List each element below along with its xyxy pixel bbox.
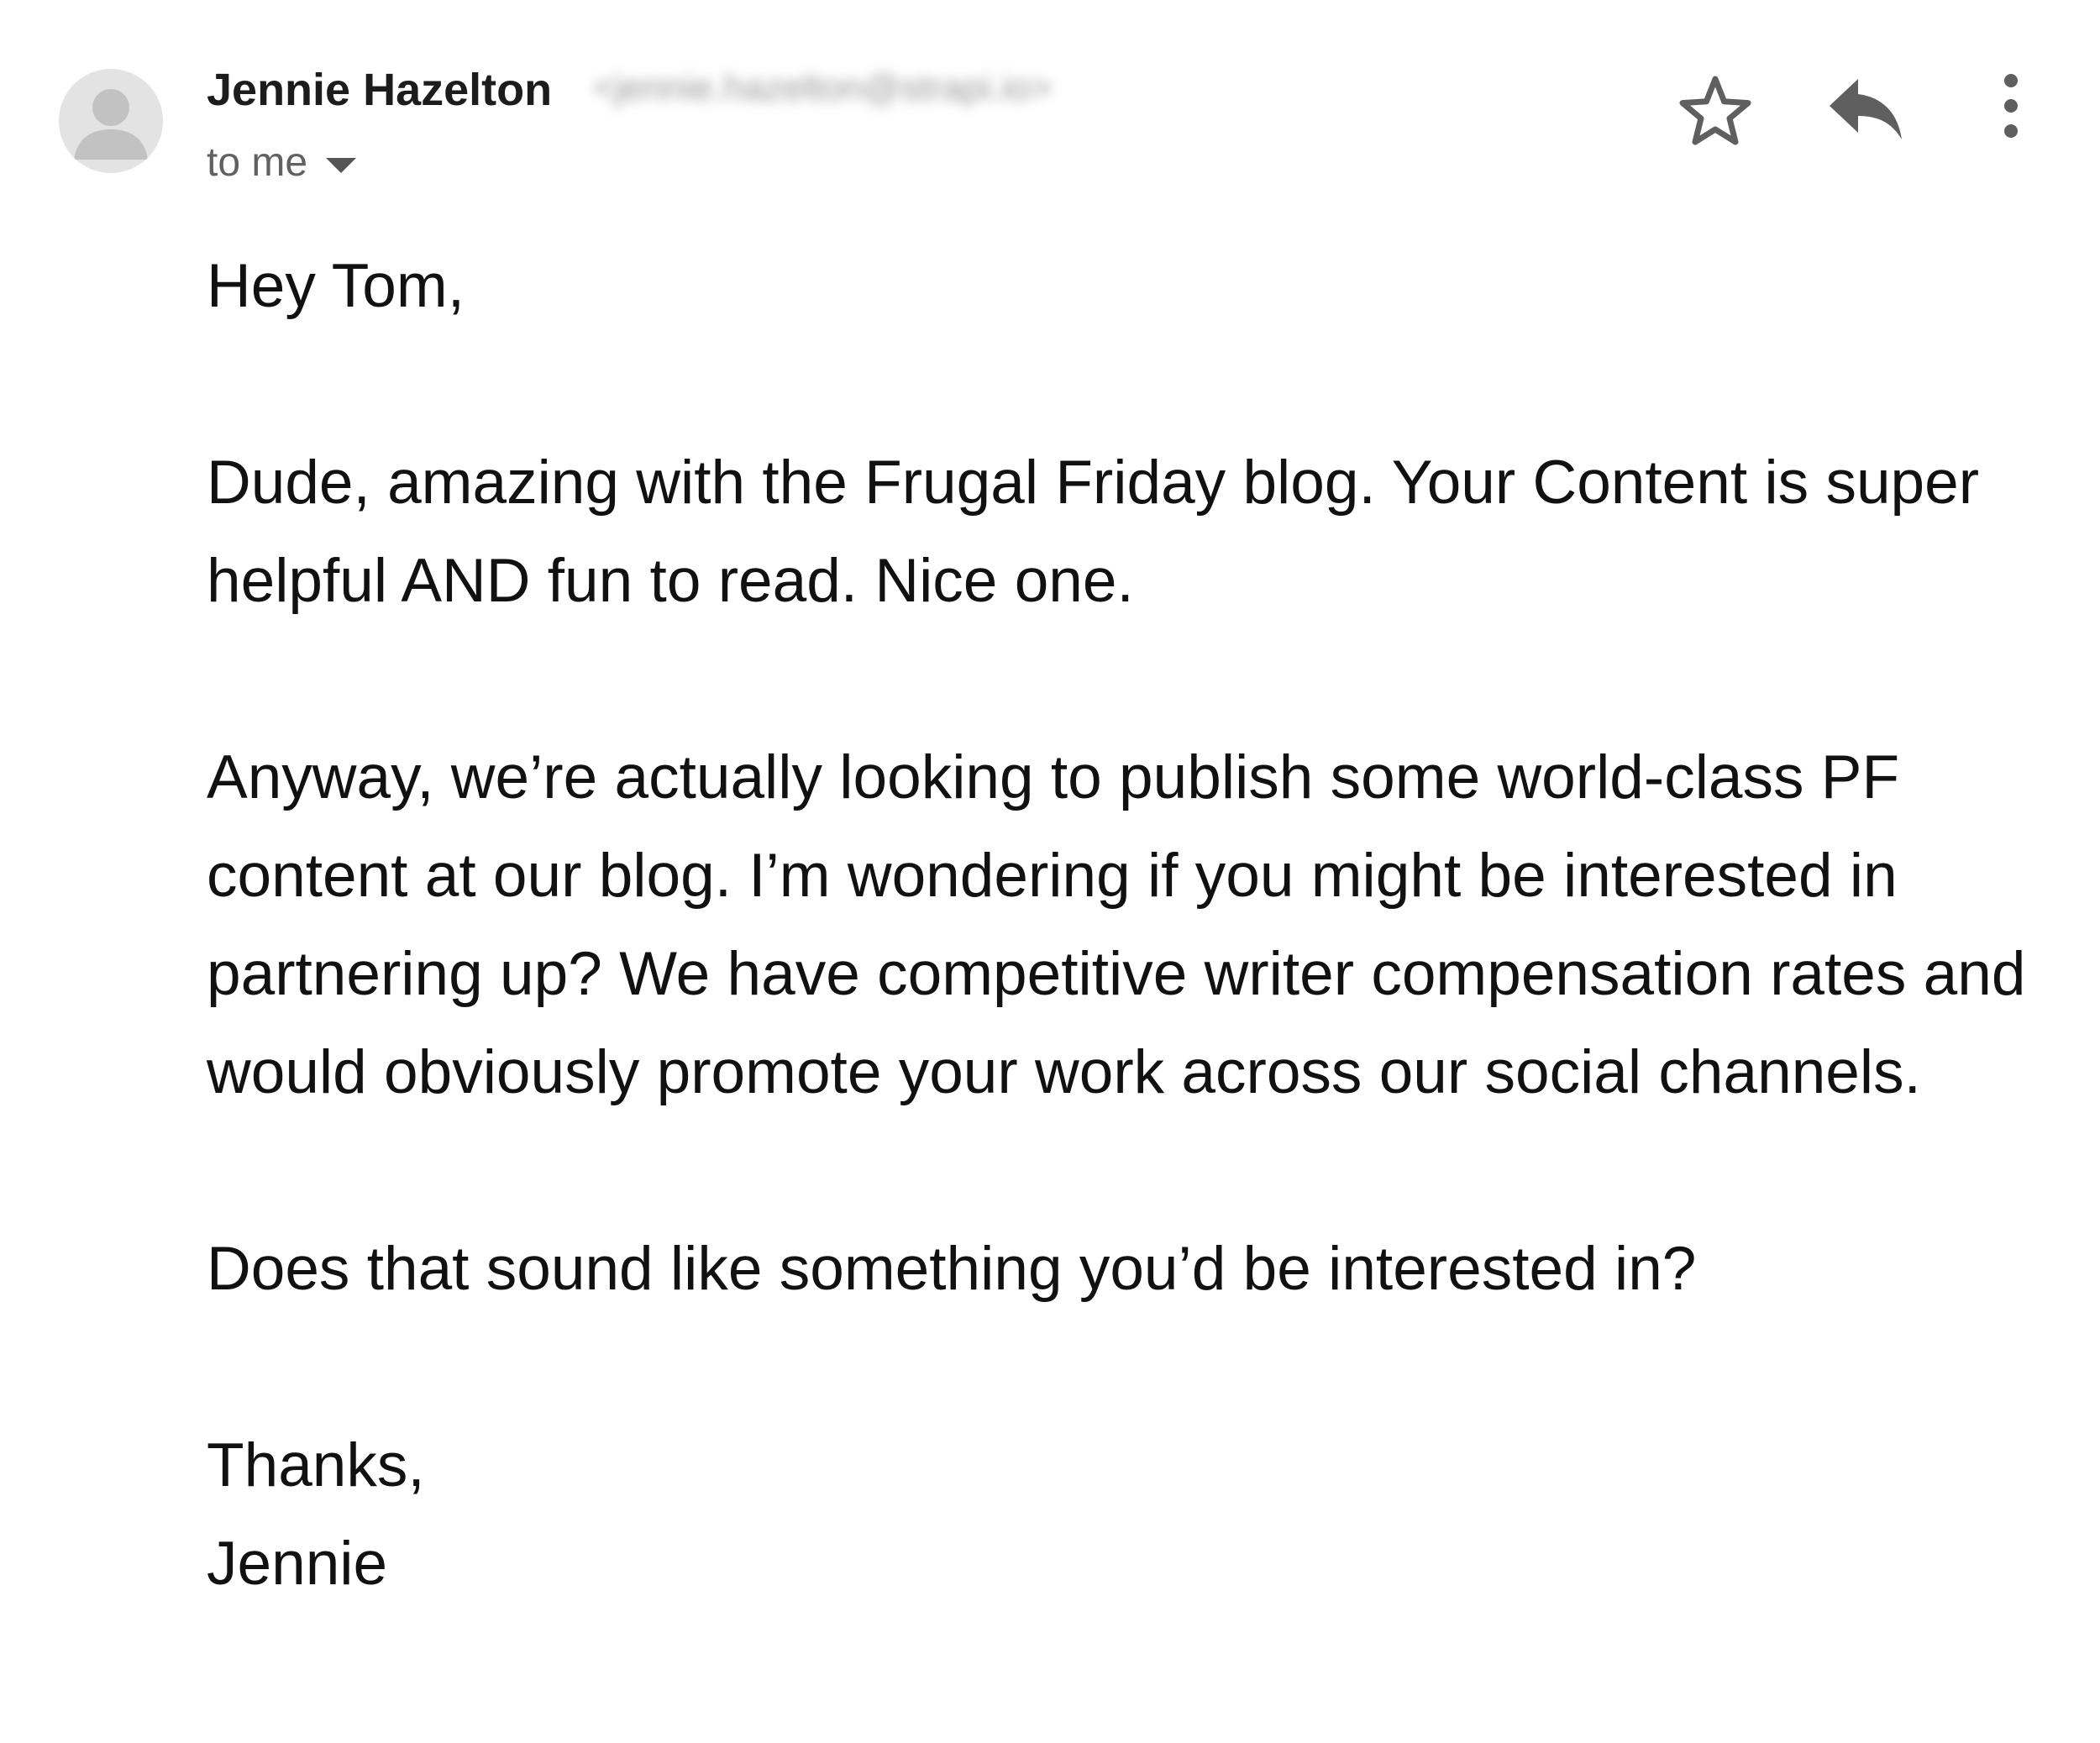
recipient-label: to me: [207, 140, 308, 185]
message-signoff: Thanks,: [207, 1431, 425, 1499]
message-greeting: Hey Tom,: [207, 252, 465, 320]
reply-button[interactable]: [1828, 76, 1903, 143]
sender-email: <jennie.hazelton@strapi.io>: [593, 67, 1053, 108]
star-button[interactable]: [1678, 74, 1752, 148]
more-vertical-icon: [2004, 74, 2018, 138]
message-paragraph: Dude, amazing with the Frugal Friday blo…: [207, 449, 1980, 615]
message-signature: Jennie: [207, 1530, 388, 1598]
reply-icon: [1830, 79, 1902, 139]
message-paragraph: Anyway, we’re actually looking to publis…: [207, 743, 2026, 1106]
sender-name: Jennie Hazelton: [207, 65, 553, 115]
star-outline-icon: [1679, 76, 1751, 145]
person-avatar-icon: [74, 89, 148, 160]
sender-avatar[interactable]: [59, 69, 163, 173]
more-options-button[interactable]: [1991, 72, 2031, 139]
message-paragraph: Does that sound like something you’d be …: [207, 1235, 1697, 1303]
recipient-details-toggle[interactable]: to me: [207, 139, 357, 186]
caret-down-icon: [326, 157, 357, 173]
message-body: Hey Tom, Dude, amazing with the Frugal F…: [207, 237, 2080, 1613]
